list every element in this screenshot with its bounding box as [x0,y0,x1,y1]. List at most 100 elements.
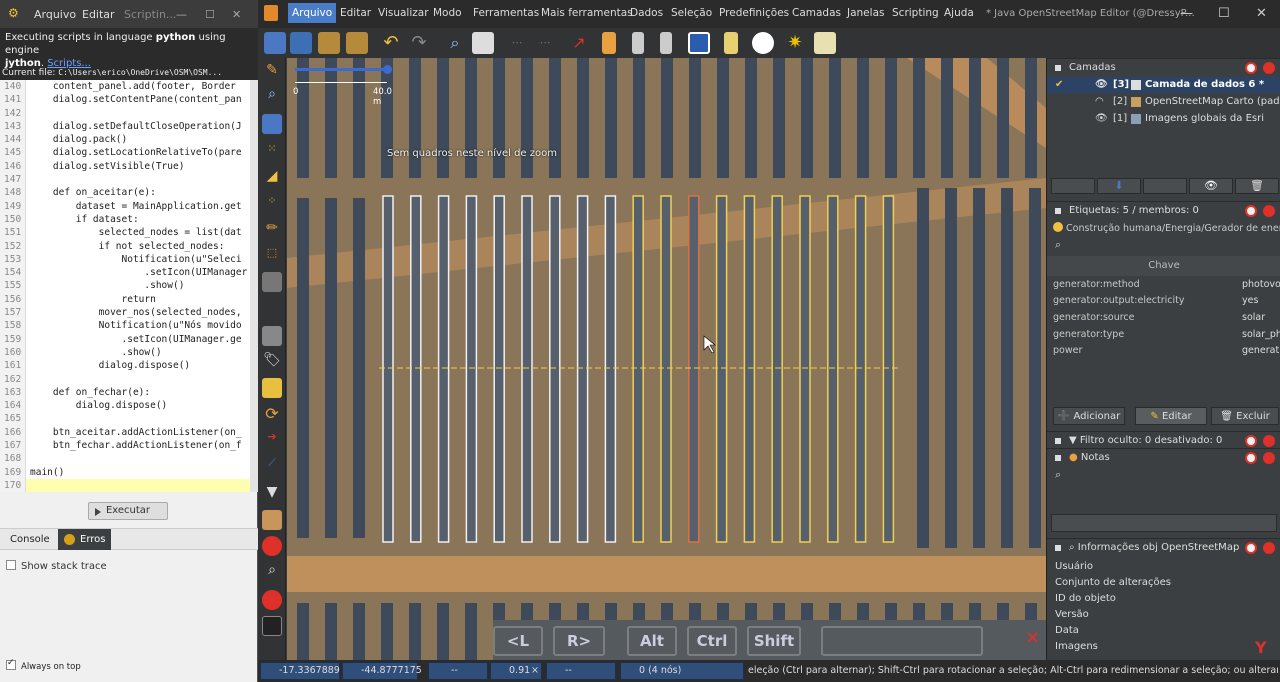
tag-row[interactable]: generator:type solar_ph [1053,327,1280,343]
code-line[interactable]: 160 .show() [0,345,250,360]
code-line[interactable]: 155 .show() [0,279,250,293]
sw-menu-arquivo[interactable]: Arquivo [34,8,76,21]
sw-menu-scripting[interactable]: Scriptin... [124,8,176,21]
align-icon[interactable] [660,32,672,54]
panel-settings-icon[interactable] [1245,62,1257,74]
split-way-icon[interactable]: ⋯ [506,32,528,54]
code-line[interactable]: 151 selected_nodes = list(dat [0,226,250,240]
relation-icon[interactable]: ➔ [262,430,282,450]
code-line[interactable]: 143 dialog.setDefaultCloseOperation(J [0,119,250,134]
panel-close-icon[interactable] [1263,452,1275,464]
sw-menu-editar[interactable]: Editar [82,8,115,21]
tab-console[interactable]: Console [4,529,56,550]
pencil-icon[interactable]: ✏ [262,220,282,240]
minimize-icon[interactable]: — [176,8,187,21]
info-panel-header[interactable]: ⌕ Informações obj OpenStreetMap [1047,538,1280,556]
tag-row[interactable]: generator:method photovo [1053,277,1280,293]
menu-mais-ferramentas[interactable]: Mais ferramentas [541,7,633,19]
code-line[interactable]: 168 [0,452,250,466]
filter-panel-header[interactable]: ▼ Filtro oculto: 0 desativado: 0 [1047,431,1280,449]
code-line[interactable]: 148 def on_aceitar(e): [0,186,250,200]
code-line[interactable]: 140 content_panel.add(footer, Border [0,80,250,94]
notes-panel-header[interactable]: ● Notas [1047,448,1280,466]
menu-ajuda[interactable]: Ajuda [944,7,974,19]
map-view[interactable]: 0 40.0 m Sem quadros neste nível de zoom… [287,58,1046,660]
delete-layer-icon[interactable]: 🗑 [1235,178,1279,194]
box-icon[interactable] [262,510,282,530]
menu-dados[interactable]: Dados [630,7,663,19]
zoom-slider-handle[interactable] [383,65,392,74]
close-icon[interactable]: ✕ [1256,6,1267,21]
add-tag-button[interactable]: ➕ Adicionar [1053,407,1125,425]
map-icon[interactable] [262,378,282,398]
code-line[interactable]: 152 if not selected_nodes: [0,239,250,253]
code-line[interactable]: 146 dialog.setVisible(True) [0,159,250,174]
menu-janelas[interactable]: Janelas [847,7,884,19]
code-line[interactable]: 165 [0,412,250,426]
code-line[interactable]: 170 [0,478,250,492]
notes-icon[interactable] [724,32,738,54]
code-editor[interactable]: 140 content_panel.add(footer, Border 141 … [0,80,250,492]
filter-icon[interactable]: ▼ [262,484,282,504]
move-icon[interactable]: ↗ [568,32,590,54]
layers-icon[interactable] [262,326,282,346]
panel-close-icon[interactable] [1263,542,1275,554]
layers-panel-header[interactable]: Camadas [1047,58,1280,76]
blocked-icon[interactable] [262,590,282,610]
maximize-icon[interactable]: ☐ [205,8,215,21]
layer-row[interactable]: 👁 [1] Imagens globais da Esri [1047,111,1280,127]
preferences-icon[interactable] [472,32,494,54]
code-line[interactable]: 145 dialog.setLocationRelativeTo(pare [0,146,250,160]
combine-way-icon[interactable]: ⋯ [534,32,556,54]
zoom-slider[interactable] [295,68,387,71]
delete-tag-button[interactable]: 🗑 Excluir [1211,407,1279,425]
distribute-icon[interactable] [632,32,644,54]
run-button[interactable]: Executar [88,502,168,520]
code-line[interactable]: 164 dialog.dispose() [0,399,250,413]
merge-layer-icon[interactable] [1143,178,1187,194]
menu-predefinicoes[interactable]: Predefinições [719,7,789,19]
tags-panel-header[interactable]: Etiquetas: 5 / membros: 0 [1047,201,1280,219]
download-icon[interactable] [318,32,340,54]
code-line[interactable]: 142 [0,106,250,120]
move-up-icon[interactable] [1051,178,1095,194]
remove-icon[interactable] [262,536,282,556]
panel-settings-icon[interactable] [1245,452,1257,464]
refresh-icon[interactable]: ⟳ [262,404,282,424]
code-line[interactable]: 167 btn_fechar.addActionListener(on_f [0,439,250,453]
tag-icon[interactable]: 🏷 [262,352,282,372]
redo-icon[interactable]: ↷ [408,32,430,54]
code-line[interactable]: 159 .setIcon(UIManager.ge [0,332,250,346]
panel-settings-icon[interactable] [1245,205,1257,217]
panel-close-icon[interactable] [1263,435,1275,447]
move-down-icon[interactable]: ⬇ [1097,178,1141,194]
search-icon[interactable]: ⌕ [1055,238,1061,252]
upload-icon[interactable] [346,32,368,54]
person-icon[interactable] [262,616,282,636]
select-icon[interactable]: ⬚ [262,246,282,266]
draw-icon[interactable]: ✎ [262,62,282,82]
panel-settings-icon[interactable] [1245,435,1257,447]
parallel-icon[interactable]: ⁙ [262,142,282,162]
edit-tag-button[interactable]: ✎ Editar [1135,407,1207,425]
building-icon[interactable] [262,272,282,292]
zoom-mode-icon[interactable]: ⌕ [262,86,282,106]
visibility-eye-icon[interactable]: 👁 [1095,77,1108,93]
code-line[interactable]: 161 dialog.dispose() [0,359,250,373]
code-line[interactable]: 162 [0,372,250,386]
zoom-icon[interactable]: ⌕ [444,32,466,54]
minimize-icon[interactable]: — [1180,6,1193,21]
always-on-top-checkbox[interactable]: Always on top [6,658,81,672]
code-line[interactable]: 153 Notification(u"Seleci [0,252,250,267]
delete-mode-icon[interactable] [262,114,282,134]
sun-icon[interactable]: ✷ [784,32,806,54]
menu-ferramentas[interactable]: Ferramentas [473,7,539,19]
tag-row[interactable]: generator:source solar [1053,310,1280,326]
visibility-eye-icon[interactable]: 👁 [1095,111,1108,127]
validator-icon[interactable]: ⟋ [262,456,282,476]
maximize-icon[interactable]: ☐ [1218,6,1230,21]
show-stack-trace-checkbox[interactable]: Show stack trace [6,560,107,572]
code-line[interactable]: 147 [0,173,250,187]
code-line[interactable]: 150 if dataset: [0,212,250,227]
search-icon[interactable]: ⌕ [262,562,282,582]
